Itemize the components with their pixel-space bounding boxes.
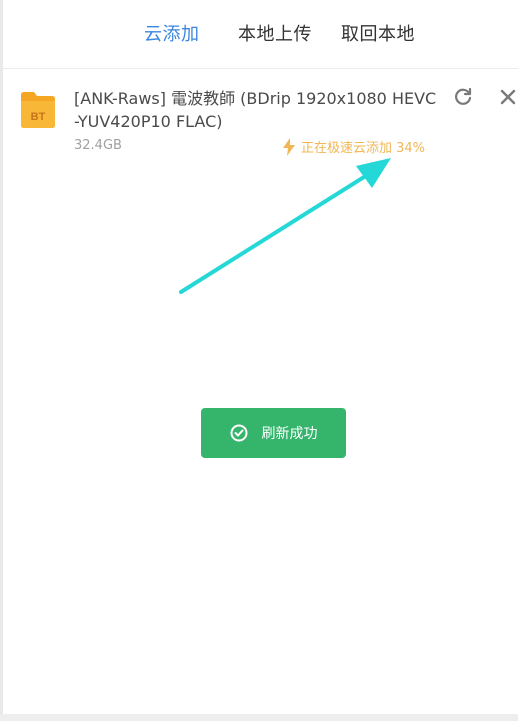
tab-retrieve-local[interactable]: 取回本地 (341, 20, 415, 46)
bottom-strip (0, 714, 518, 721)
close-icon[interactable] (498, 87, 518, 107)
task-status-text: 正在极速云添加 34% (301, 141, 426, 156)
check-circle-icon (230, 424, 247, 442)
task-row: BT [ANK-Raws] 電波教師 (BDrip 1920x1080 HEVC… (3, 69, 518, 169)
refresh-icon[interactable] (453, 87, 473, 107)
bt-label: BT (31, 111, 46, 123)
tab-bar: 云添加 本地上传 取回本地 (3, 0, 518, 69)
bt-folder-icon: BT (21, 92, 55, 128)
task-status: 正在极速云添加 34% (283, 137, 425, 156)
tab-local-upload[interactable]: 本地上传 (238, 20, 312, 46)
task-file-size: 32.4GB (74, 138, 122, 153)
task-file-name: [ANK-Raws] 電波教師 (BDrip 1920x1080 HEVC -Y… (74, 89, 437, 131)
lightning-icon (283, 137, 295, 156)
tab-cloud-add[interactable]: 云添加 (144, 20, 200, 46)
refresh-success-toast: 刷新成功 (201, 408, 346, 458)
toast-message: 刷新成功 (261, 426, 318, 442)
